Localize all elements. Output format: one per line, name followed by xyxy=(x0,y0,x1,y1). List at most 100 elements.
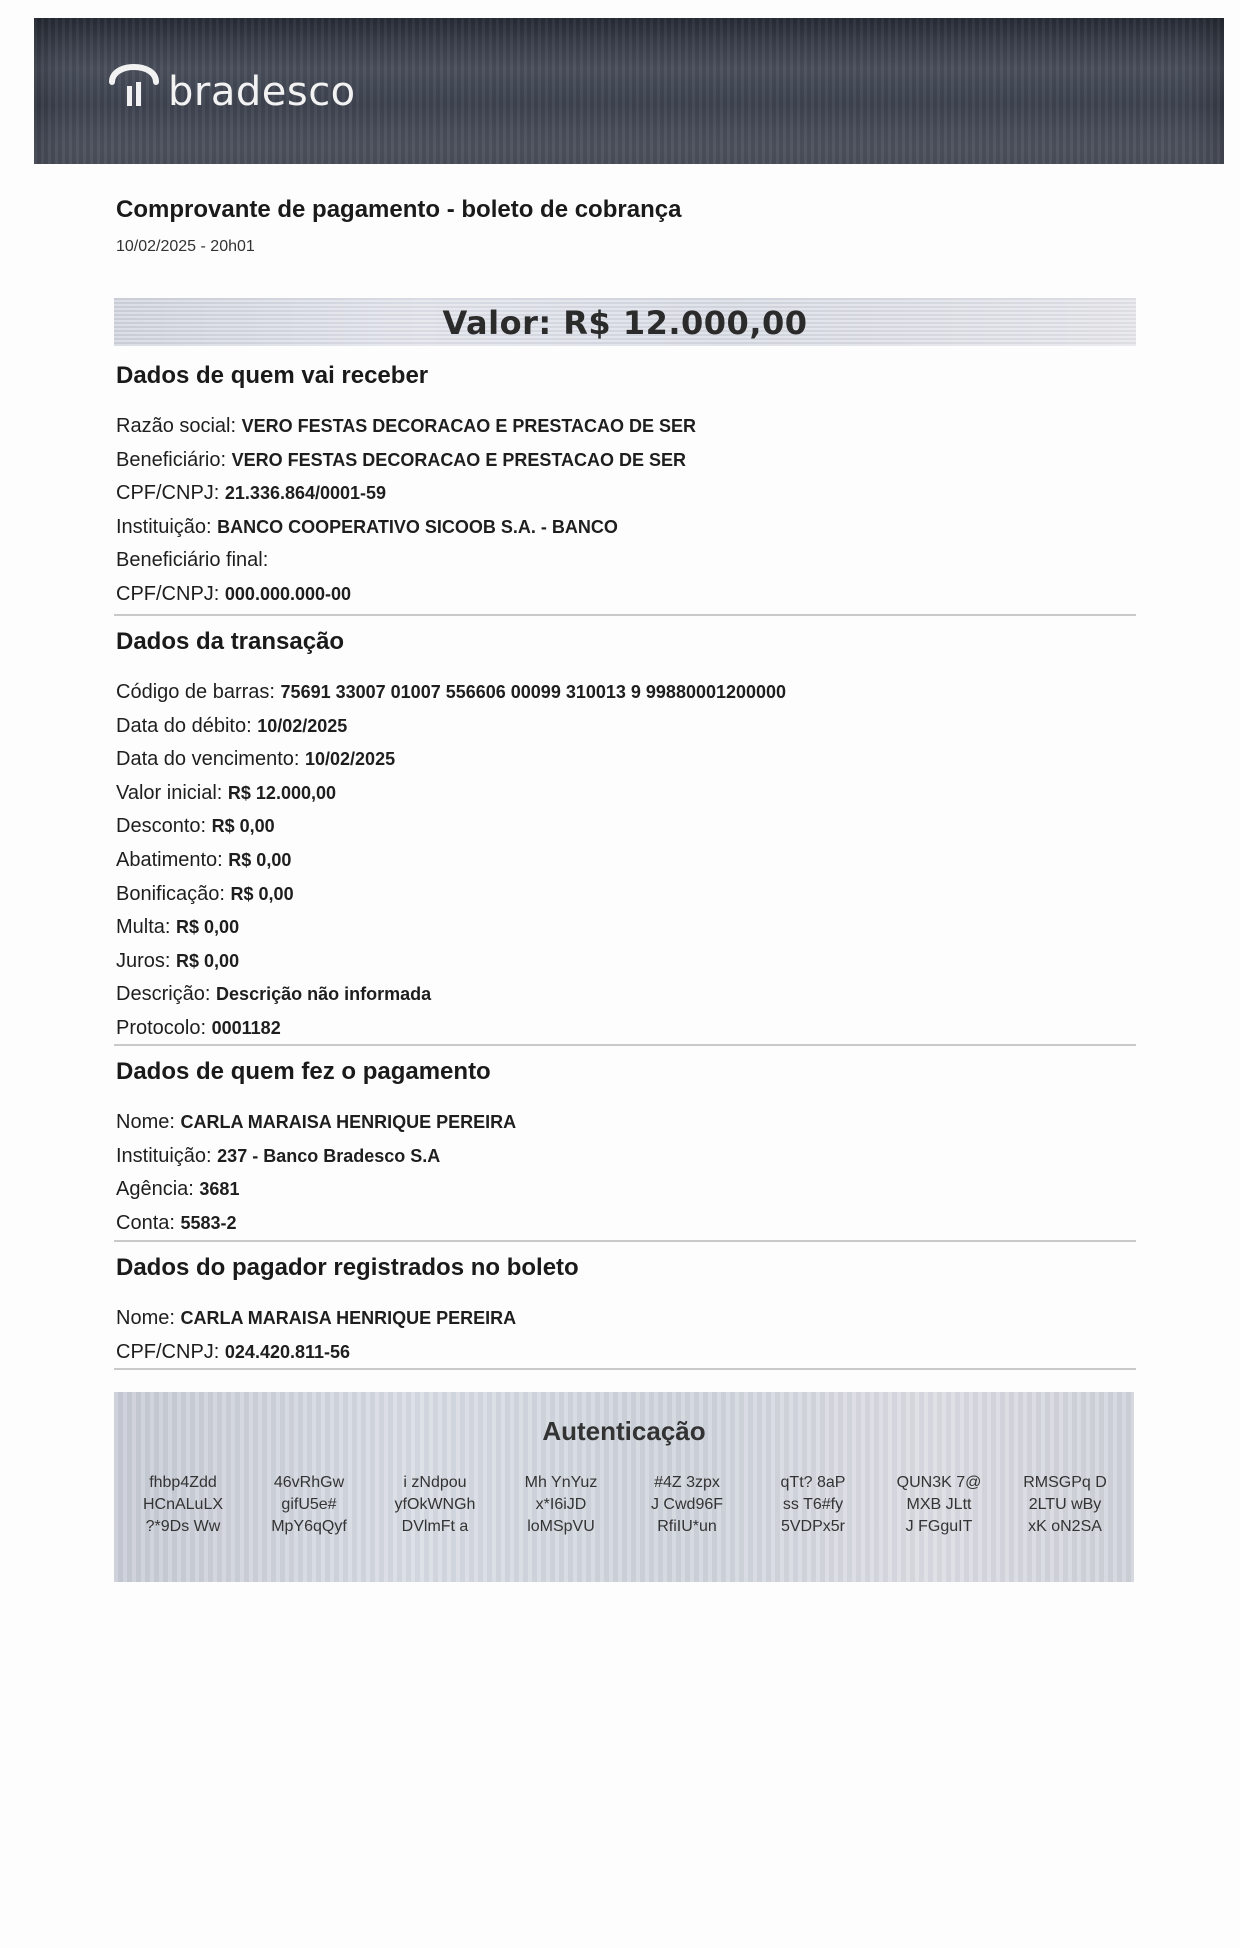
field-label: Valor inicial: xyxy=(116,781,223,804)
field-label: Data do vencimento: xyxy=(116,748,300,771)
auth-code-column: RMSGPq D 2LTU wBy xK oN2SA xyxy=(1002,1472,1128,1538)
field-row: Desconto: R$ 0,00 xyxy=(116,810,1136,844)
divider xyxy=(114,1044,1136,1046)
section-title: Dados do pagador registrados no boleto xyxy=(116,1254,579,1281)
field-value: R$ 0,00 xyxy=(176,950,240,971)
auth-code-column: fhbp4Zdd HCnALuLX ?*9Ds Ww xyxy=(120,1472,246,1538)
field-row: Data do débito: 10/02/2025 xyxy=(116,710,1136,744)
auth-code-line: J FGguIT xyxy=(905,1518,973,1535)
field-value: R$ 12.000,00 xyxy=(227,782,336,803)
field-label: Descrição: xyxy=(116,983,211,1006)
auth-code-line: yfOkWNGh xyxy=(394,1496,476,1513)
field-value: R$ 0,00 xyxy=(211,816,275,837)
field-row: Beneficiário: VERO FESTAS DECORACAO E PR… xyxy=(116,444,1136,478)
field-label: Beneficiário: xyxy=(116,448,227,471)
transaction-rows: Código de barras: 75691 33007 01007 5566… xyxy=(116,676,1136,1046)
field-value: 5583-2 xyxy=(180,1212,237,1233)
field-row: Multa: R$ 0,00 xyxy=(116,911,1136,945)
field-value: 10/02/2025 xyxy=(257,715,348,736)
field-value: R$ 0,00 xyxy=(228,849,292,870)
auth-code-line: gifU5e# xyxy=(281,1496,337,1513)
field-value: VERO FESTAS DECORACAO E PRESTACAO DE SER xyxy=(241,416,697,436)
auth-code-column: Mh YnYuz x*I6iJD loMSpVU xyxy=(498,1472,624,1538)
field-row: Valor inicial: R$ 12.000,00 xyxy=(116,777,1136,811)
auth-code-line: HCnALuLX xyxy=(142,1496,224,1513)
field-row: Instituição: 237 - Banco Bradesco S.A xyxy=(116,1140,1136,1174)
divider xyxy=(114,1368,1136,1370)
field-label: CPF/CNPJ: xyxy=(116,482,220,505)
field-label: Juros: xyxy=(116,949,171,972)
field-label: Instituição: xyxy=(116,1144,212,1167)
field-value: VERO FESTAS DECORACAO E PRESTACAO DE SER xyxy=(231,449,687,470)
brand-name: bradesco xyxy=(168,69,356,115)
field-value: 3681 xyxy=(199,1179,240,1200)
field-value: 10/02/2025 xyxy=(305,749,396,770)
auth-code-line: MXB JLtt xyxy=(906,1496,972,1513)
field-label: CPF/CNPJ: xyxy=(116,1340,220,1363)
field-value: R$ 0,00 xyxy=(230,883,294,904)
auth-code-line: #4Z 3zpx xyxy=(654,1474,720,1491)
auth-code-line: J Cwd96F xyxy=(650,1496,724,1513)
auth-code-column: qTt? 8aP ss T6#fy 5VDPx5r xyxy=(750,1472,876,1538)
field-value: 237 - Banco Bradesco S.A xyxy=(217,1145,441,1166)
divider xyxy=(114,1240,1136,1242)
bradesco-tree-icon xyxy=(109,64,159,106)
auth-code-line: 2LTU wBy xyxy=(1028,1496,1102,1513)
auth-code-line: ss T6#fy xyxy=(782,1496,844,1513)
field-value: Descrição não informada xyxy=(216,984,432,1005)
field-row: Nome: CARLA MARAISA HENRIQUE PEREIRA xyxy=(116,1302,1136,1336)
boleto-payer-rows: Nome: CARLA MARAISA HENRIQUE PEREIRA CPF/… xyxy=(116,1302,1136,1369)
header-banner: bradesco xyxy=(34,18,1224,164)
field-row: Instituição: BANCO COOPERATIVO SICOOB S.… xyxy=(116,511,1136,545)
field-value: 75691 33007 01007 556606 00099 310013 9 … xyxy=(280,682,787,702)
field-label: Agência: xyxy=(116,1178,194,1201)
auth-code-line: QUN3K 7@ xyxy=(896,1474,982,1491)
field-value: CARLA MARAISA HENRIQUE PEREIRA xyxy=(180,1112,517,1132)
receiver-section: Dados de quem vai receber Razão social: … xyxy=(116,362,1136,612)
auth-code-line: x*I6iJD xyxy=(535,1496,587,1513)
field-value: CARLA MARAISA HENRIQUE PEREIRA xyxy=(180,1308,517,1328)
bradesco-logo: bradesco xyxy=(106,52,356,112)
field-row: Conta: 5583-2 xyxy=(116,1207,1136,1241)
field-row: CPF/CNPJ: 000.000.000-00 xyxy=(116,578,1136,612)
field-label: Abatimento: xyxy=(116,848,223,871)
auth-code-column: QUN3K 7@ MXB JLtt J FGguIT xyxy=(876,1472,1002,1538)
auth-code-line: loMSpVU xyxy=(527,1518,595,1535)
auth-code-line: DVlmFt a xyxy=(401,1518,469,1535)
payment-value: Valor: R$ 12.000,00 xyxy=(442,304,808,342)
field-label: Data do débito: xyxy=(116,714,252,737)
field-row: Beneficiário final: xyxy=(116,544,1136,578)
field-label: Protocolo: xyxy=(116,1016,207,1039)
field-row: Juros: R$ 0,00 xyxy=(116,945,1136,979)
auth-code-column: 46vRhGw gifU5e# MpY6qQyf xyxy=(246,1472,372,1538)
field-label: Bonificação: xyxy=(116,882,225,905)
field-label: Beneficiário final: xyxy=(116,549,269,572)
document-heading: Comprovante de pagamento - boleto de cob… xyxy=(116,196,1136,256)
field-row: Descrição: Descrição não informada xyxy=(116,978,1136,1012)
field-label: Nome: xyxy=(116,1307,175,1329)
field-row: Data do vencimento: 10/02/2025 xyxy=(116,743,1136,777)
divider xyxy=(114,614,1136,616)
auth-code-column: i zNdpou yfOkWNGh DVlmFt a xyxy=(372,1472,498,1538)
field-label: Desconto: xyxy=(116,815,207,838)
auth-code-line: qTt? 8aP xyxy=(780,1474,846,1491)
auth-code-line: RfiIU*un xyxy=(657,1518,717,1535)
field-label: Razão social: xyxy=(116,415,237,437)
receiver-rows: Razão social: VERO FESTAS DECORACAO E PR… xyxy=(116,410,1136,612)
field-row: CPF/CNPJ: 024.420.811-56 xyxy=(116,1336,1136,1370)
field-row: Bonificação: R$ 0,00 xyxy=(116,878,1136,912)
authentication-block: Autenticação fhbp4Zdd HCnALuLX ?*9Ds Ww 46v… xyxy=(114,1392,1134,1582)
field-row: Nome: CARLA MARAISA HENRIQUE PEREIRA xyxy=(116,1106,1136,1140)
auth-code-line: fhbp4Zdd xyxy=(149,1474,217,1491)
field-label: Instituição: xyxy=(116,515,212,538)
field-row: Protocolo: 0001182 xyxy=(116,1012,1136,1046)
field-row: Razão social: VERO FESTAS DECORACAO E PR… xyxy=(116,410,1136,444)
field-value: 21.336.864/0001-59 xyxy=(224,483,387,504)
field-label: Conta: xyxy=(116,1211,175,1234)
payer-section: Dados de quem fez o pagamento Nome: CARL… xyxy=(116,1058,1136,1240)
field-row: Abatimento: R$ 0,00 xyxy=(116,844,1136,878)
page-title: Comprovante de pagamento - boleto de cob… xyxy=(116,196,682,223)
field-label: Nome: xyxy=(116,1111,175,1133)
field-row: CPF/CNPJ: 21.336.864/0001-59 xyxy=(116,477,1136,511)
boleto-payer-section: Dados do pagador registrados no boleto N… xyxy=(116,1254,1136,1369)
